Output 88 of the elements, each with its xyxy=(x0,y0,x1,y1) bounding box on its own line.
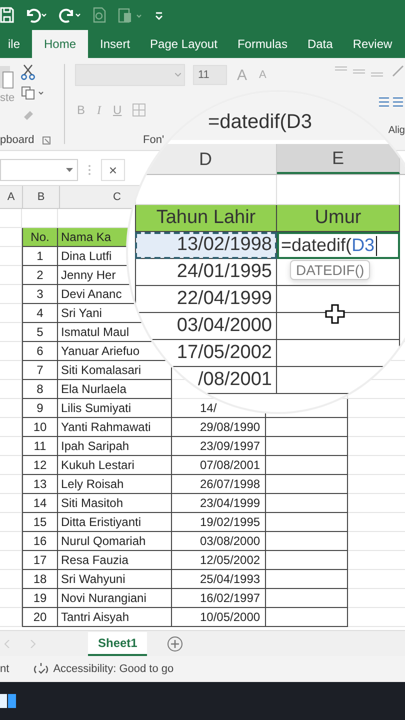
table-cell: 29/08/1990 xyxy=(172,418,266,437)
table-cell: 19 xyxy=(22,589,58,608)
table-cell: 14 xyxy=(22,494,58,513)
table-cell: Kukuh Lestari xyxy=(58,456,172,475)
table-cell: 2 xyxy=(22,266,58,285)
table-cell: Novi Nurangiani xyxy=(58,589,172,608)
column-header[interactable]: C xyxy=(113,191,121,203)
table-cell: 3 xyxy=(22,285,58,304)
table-cell: 16/02/1997 xyxy=(172,589,266,608)
table-cell: 18 xyxy=(22,570,58,589)
table-cell: Ipah Saripah xyxy=(58,437,172,456)
caret-icon xyxy=(66,168,73,172)
windows-icon[interactable] xyxy=(0,694,16,708)
table-cell: 12/05/2002 xyxy=(172,551,266,570)
ribbon-tab[interactable]: Insert xyxy=(92,30,138,58)
cancel-button[interactable]: × xyxy=(101,159,125,181)
table-cell: 26/07/1998 xyxy=(172,475,266,494)
redo-icon[interactable] xyxy=(58,7,82,23)
table-cell: 20 xyxy=(22,608,58,627)
group-label: Alig xyxy=(388,125,405,136)
paste-icon[interactable] xyxy=(0,64,14,90)
font-size-field[interactable]: 11 xyxy=(193,65,227,85)
column-header[interactable]: B xyxy=(37,191,45,203)
table-header-cell: Tahun Lahir xyxy=(135,205,277,232)
table-cell: 8 xyxy=(22,380,58,399)
add-sheet-icon[interactable] xyxy=(167,636,184,652)
table-cell: Sri Wahyuni xyxy=(58,570,172,589)
table-cell: 23/09/1997 xyxy=(172,437,266,456)
column-header[interactable]: A xyxy=(7,191,15,203)
table-cell: 25/04/1993 xyxy=(172,570,266,589)
table-cell: 19/02/1995 xyxy=(172,513,266,532)
group-label: pboard xyxy=(0,134,34,146)
ribbon-tab[interactable]: Formulas xyxy=(229,30,296,58)
table-cell: 22/04/1999 xyxy=(135,286,277,313)
table-cell: 10/05/2000 xyxy=(172,608,266,627)
table-header-cell: Umur xyxy=(277,205,400,232)
table-cell: Lely Roisah xyxy=(58,475,172,494)
table-cell: 5 xyxy=(22,323,58,342)
table-cell: 4 xyxy=(22,304,58,323)
table-cell: 13/02/1998 xyxy=(135,232,277,259)
scissors-icon[interactable] xyxy=(20,64,35,80)
accessibility-status[interactable]: Accessibility: Good to go xyxy=(53,663,174,675)
ribbon-tab[interactable]: Data xyxy=(299,30,341,58)
formula-text: =datedif(D3 xyxy=(208,111,312,135)
grip-icon xyxy=(88,164,91,176)
table-cell: Resa Fauzia xyxy=(58,551,172,570)
table-cell: 10 xyxy=(22,418,58,437)
borders-icon[interactable] xyxy=(132,103,146,117)
table-cell: 15 xyxy=(22,513,58,532)
table-cell: 7 xyxy=(22,361,58,380)
cell-input[interactable]: =datedif(D3 xyxy=(277,232,400,259)
sheet-tab[interactable]: Sheet1 xyxy=(88,632,148,656)
table-cell: Yanti Rahmawati xyxy=(58,418,172,437)
table-cell: 17 xyxy=(22,551,58,570)
dialog-launcher-icon[interactable] xyxy=(42,136,52,144)
table-cell: 11 xyxy=(22,437,58,456)
ribbon-tab[interactable]: Page Layout xyxy=(142,30,226,58)
function-tooltip[interactable]: DATEDIF() xyxy=(290,260,370,280)
table-cell: 16 xyxy=(22,532,58,551)
caret-icon xyxy=(175,73,181,77)
ribbon-tab[interactable]: Home xyxy=(32,30,88,58)
table-cell: 13 xyxy=(22,475,58,494)
column-header[interactable]: E xyxy=(277,144,400,174)
table-header-cell: No. xyxy=(22,228,58,247)
cursor-icon xyxy=(325,304,345,324)
table-cell: 6 xyxy=(22,342,58,361)
status-text: nt xyxy=(0,663,10,675)
table-cell: 24/01/1995 xyxy=(135,259,277,286)
undo-icon[interactable] xyxy=(24,7,48,23)
save-icon[interactable] xyxy=(0,7,14,23)
ribbon-tab[interactable]: Review xyxy=(344,30,400,58)
print-preview-icon[interactable] xyxy=(92,7,108,23)
table-cell: 12 xyxy=(22,456,58,475)
table-cell: 1 xyxy=(22,247,58,266)
table-cell: 9 xyxy=(22,399,58,418)
accessibility-icon[interactable] xyxy=(33,662,50,676)
ribbon-tab[interactable]: ile xyxy=(0,30,28,58)
font-name-field[interactable] xyxy=(75,64,185,86)
table-cell: 07/08/2001 xyxy=(172,456,266,475)
align-top-icon[interactable] xyxy=(333,65,383,77)
table-cell: Nurul Qomariah xyxy=(58,532,172,551)
clipboard-icon[interactable] xyxy=(118,7,144,23)
table-cell: Siti Masitoh xyxy=(58,494,172,513)
table-cell: Ditta Eristiyanti xyxy=(58,513,172,532)
table-cell: 03/08/2000 xyxy=(172,532,266,551)
table-cell: Tantri Aisyah xyxy=(58,608,172,627)
group-label: Fon' xyxy=(143,134,164,146)
table-cell: 23/04/1999 xyxy=(172,494,266,513)
